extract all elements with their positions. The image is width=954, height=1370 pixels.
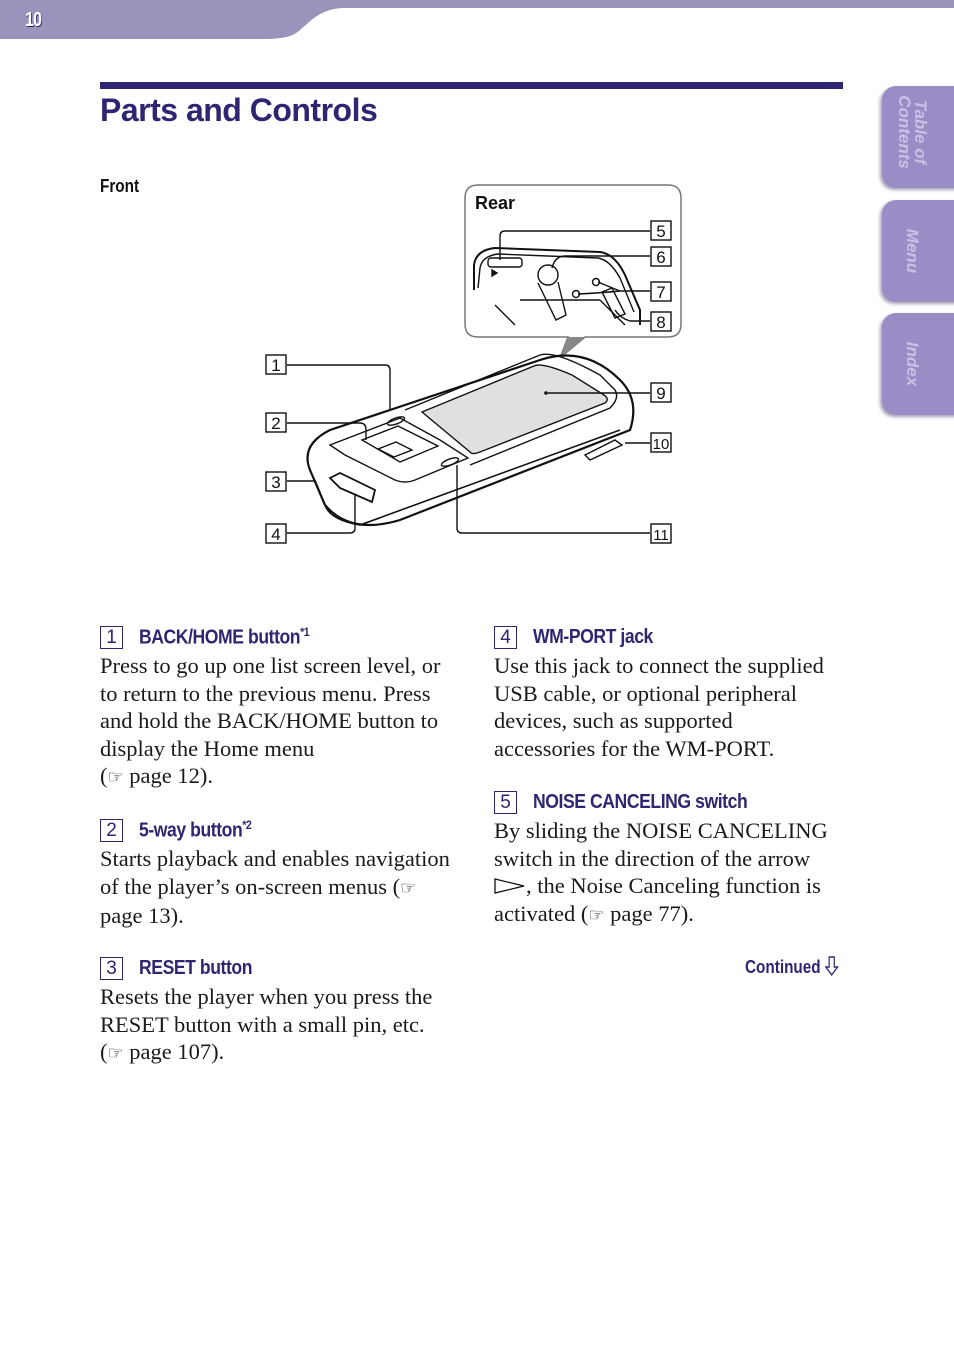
item-description: By sliding the NOISE CANCELING switch in… (494, 818, 828, 926)
item-description: Use this jack to connect the supplied US… (494, 653, 824, 761)
footnote-mark: *1 (300, 624, 310, 639)
item-body-text: Resets the player when you press the RES… (100, 984, 433, 1037)
callout-3: 3 (265, 471, 287, 492)
item-body-text: By sliding the NOISE CANCELING switch in… (494, 818, 828, 871)
page-number: 10 (25, 9, 42, 31)
item-number: 2 (100, 818, 123, 842)
tab-table-of-contents-label: Table of Contents (895, 95, 930, 169)
item-title: WM-PORT jack (533, 625, 653, 648)
continued-label: Continued (745, 957, 821, 977)
rear-view-inset: Rear (464, 184, 682, 361)
item-title: BACK/HOME button*1 (139, 624, 310, 650)
pointing-hand-icon: ☞ (107, 767, 124, 787)
svg-text:2: 2 (271, 414, 280, 433)
callout-10: 10 (650, 432, 672, 453)
item-description: Starts playback and enables navigation o… (100, 846, 450, 928)
tab-label-line2: Contents (895, 95, 914, 169)
svg-text:3: 3 (271, 473, 280, 492)
item-number: 4 (494, 625, 517, 649)
tab-menu[interactable]: Menu (882, 200, 954, 302)
callout-9: 9 (650, 382, 672, 403)
item-reset-button: 3 RESET button Resets the player when yo… (100, 953, 450, 1068)
item-title: 5-way button*2 (139, 817, 252, 843)
svg-text:4: 4 (271, 525, 280, 544)
rear-label: Rear (475, 193, 515, 213)
header-band (0, 0, 954, 39)
front-view-device (287, 353, 650, 534)
item-title: NOISE CANCELING switch (533, 790, 748, 813)
pointing-hand-icon: ☞ (400, 877, 417, 898)
title-rule (100, 82, 843, 89)
callout-7: 7 (650, 281, 672, 302)
callout-1: 1 (265, 354, 287, 375)
item-5-way-button: 2 5-way button*2 Starts playback and ena… (100, 815, 450, 930)
item-title-text: BACK/HOME button (139, 626, 301, 649)
continued-link[interactable]: Continued (745, 956, 839, 978)
item-number: 5 (494, 790, 517, 814)
page-reference-link[interactable]: page 107 (129, 1039, 211, 1064)
page-reference-link[interactable]: page 77 (610, 901, 681, 926)
page-reference-link[interactable]: page 13 (100, 903, 171, 928)
callout-5: 5 (650, 220, 672, 241)
pointing-hand-icon: ☞ (107, 1043, 124, 1063)
pointing-hand-icon: ☞ (588, 904, 605, 925)
item-body-text: Press to go up one list screen level, or… (100, 653, 441, 761)
svg-text:5: 5 (656, 222, 665, 241)
item-wm-port-jack: 4 WM-PORT jack Use this jack to connect … (494, 622, 839, 762)
down-arrow-outline-icon (824, 956, 839, 977)
page-title: Parts and Controls (100, 92, 378, 128)
item-description: Resets the player when you press the RES… (100, 984, 433, 1064)
footnote-mark: *2 (242, 817, 252, 832)
item-body-text: Starts playback and enables navigation o… (100, 846, 450, 899)
callout-6: 6 (650, 246, 672, 267)
svg-text:1: 1 (271, 356, 280, 375)
right-triangle-outline-icon (494, 878, 525, 894)
player-diagram: Rear 1 2 3 4 5 6 7 8 9 10 11 (265, 184, 682, 544)
svg-text:8: 8 (656, 313, 665, 332)
page-reference-link[interactable]: page 12 (129, 763, 200, 788)
tab-menu-label: Menu (903, 228, 922, 274)
item-number: 1 (100, 625, 123, 649)
callout-4: 4 (265, 523, 287, 544)
item-title: RESET button (139, 956, 253, 979)
item-noise-canceling-switch: 5 NOISE CANCELING switch By sliding the … (494, 787, 839, 929)
tab-table-of-contents[interactable]: Table of Contents (882, 86, 954, 188)
item-description: Press to go up one list screen level, or… (100, 653, 441, 788)
item-number: 3 (100, 956, 123, 980)
front-label: Front (100, 176, 140, 196)
callout-2: 2 (265, 412, 287, 433)
svg-text:7: 7 (656, 283, 665, 302)
callout-8: 8 (650, 311, 672, 332)
tab-label-line1: Table of (911, 99, 930, 165)
svg-text:9: 9 (656, 384, 665, 403)
svg-text:6: 6 (656, 248, 665, 267)
svg-text:10: 10 (653, 436, 670, 453)
tab-index[interactable]: Index (882, 313, 954, 415)
tab-index-label: Index (903, 341, 922, 387)
item-title-text: 5-way button (139, 819, 243, 842)
callout-11: 11 (650, 523, 672, 544)
svg-text:11: 11 (653, 527, 669, 544)
item-back-home-button: 1 BACK/HOME button*1 Press to go up one … (100, 622, 450, 792)
